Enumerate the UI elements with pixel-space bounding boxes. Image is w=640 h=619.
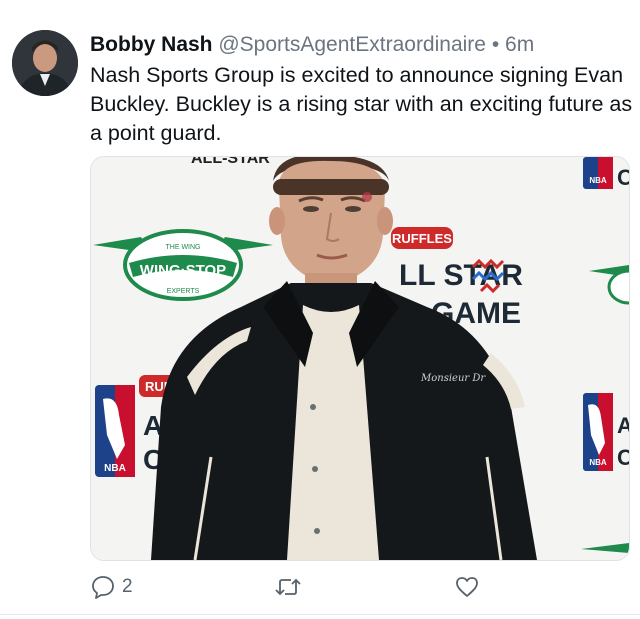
retweet-icon: [275, 578, 301, 596]
c-text-right: C: [617, 445, 629, 470]
a-text-right: A: [617, 413, 629, 438]
avatar[interactable]: [12, 30, 78, 96]
reply-button[interactable]: 2: [90, 574, 133, 600]
tweet-actions: 2: [90, 568, 490, 608]
allstar-line1: LL STAR: [399, 259, 523, 292]
separator-dot: •: [491, 33, 500, 56]
retweet-button[interactable]: [274, 574, 308, 600]
reply-count: 2: [122, 576, 133, 597]
ruffles-text: RUFFLES: [392, 231, 452, 246]
photo-evan-buckley: ALL-STAR WING·STOP THE WING EXPERTS RUFF…: [91, 157, 629, 560]
like-button[interactable]: [454, 574, 486, 600]
timestamp[interactable]: 6m: [505, 33, 534, 56]
wingstop-top-text: THE WING: [166, 244, 201, 251]
nba-text-right: NBA: [589, 458, 607, 467]
heart-icon: [456, 577, 478, 597]
nba-logo-left: NBA: [95, 385, 135, 477]
tweet-header: Bobby Nash @SportsAgentExtraordinaire • …: [90, 31, 534, 59]
tweet-text: Nash Sports Group is excited to announce…: [90, 63, 633, 145]
reply-icon: [92, 576, 114, 599]
tweet-media-image[interactable]: ALL-STAR WING·STOP THE WING EXPERTS RUFF…: [90, 156, 630, 561]
user-handle[interactable]: @SportsAgentExtraordinaire: [218, 33, 486, 56]
profile-photo: [12, 30, 78, 96]
c-text-right-top: C: [617, 165, 629, 190]
jacket-signature: Monsieur Dr: [420, 373, 486, 384]
wingstop-text: WING·STOP: [140, 262, 226, 279]
wingstop-bottom-text: EXPERTS: [167, 288, 200, 295]
divider: [0, 614, 640, 615]
display-name[interactable]: Bobby Nash: [90, 33, 213, 56]
backdrop-top-text: ALL-STAR: [191, 157, 270, 167]
nba-text-left: NBA: [104, 463, 126, 474]
nba-text-right-top: NBA: [589, 176, 607, 185]
